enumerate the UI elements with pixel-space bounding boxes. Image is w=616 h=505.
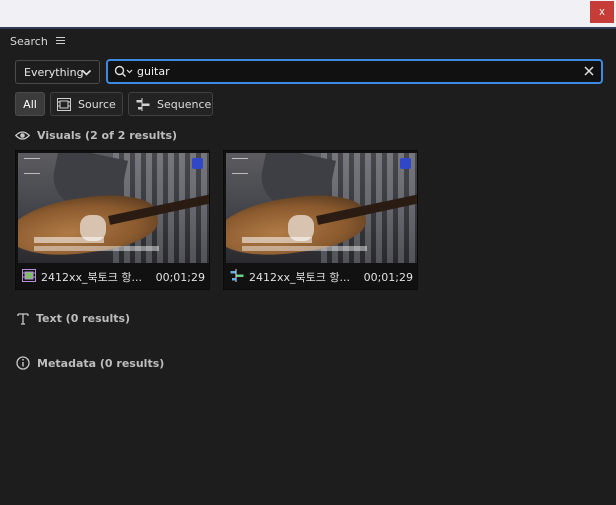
window-titlebar: x (0, 0, 616, 29)
filter-source-label: Source (78, 97, 116, 111)
visuals-section-title: Visuals (2 of 2 results) (37, 129, 178, 142)
search-scope-value: Everything (24, 65, 84, 79)
filter-source-button[interactable]: Source (50, 92, 123, 116)
filter-all-button[interactable]: All (15, 92, 45, 116)
result-duration: 00;01;29 (363, 270, 413, 284)
filter-all-label: All (23, 97, 37, 111)
result-name: 2412xx_북토크 항... (249, 271, 350, 284)
result-name: 2412xx_북토크 항... (41, 271, 142, 284)
text-icon (17, 313, 29, 325)
panel-title: Search (10, 34, 48, 48)
metadata-section-header[interactable]: Metadata (0 results) (16, 356, 164, 370)
filter-sequence-button[interactable]: Sequence (128, 92, 213, 116)
source-clip-icon (22, 269, 36, 285)
filter-sequence-label: Sequence (157, 97, 212, 111)
search-scope-dropdown[interactable]: Everything (15, 60, 100, 84)
result-card[interactable]: 2412xx_북토크 항... 00;01;29 (15, 150, 210, 290)
text-section-title: Text (0 results) (36, 312, 131, 325)
sequence-icon (136, 97, 150, 111)
info-icon (16, 356, 30, 370)
chevron-down-icon (81, 69, 92, 76)
visuals-section-header[interactable]: Visuals (2 of 2 results) (15, 129, 177, 142)
search-input[interactable] (137, 63, 577, 80)
result-thumbnail (226, 153, 417, 263)
source-clip-icon (57, 97, 71, 111)
panel-header: Search (10, 33, 65, 49)
clear-search-icon[interactable] (583, 65, 595, 77)
search-options-icon[interactable] (114, 65, 134, 78)
panel-menu-icon[interactable] (55, 37, 65, 45)
sequence-icon (230, 269, 244, 285)
result-duration: 00;01;29 (155, 270, 205, 284)
text-section-header[interactable]: Text (0 results) (17, 312, 130, 325)
result-thumbnail (18, 153, 209, 263)
close-window-button[interactable]: x (590, 1, 614, 23)
result-card[interactable]: 2412xx_북토크 항... 00;01;29 (223, 150, 418, 290)
metadata-section-title: Metadata (0 results) (37, 356, 165, 370)
search-box (106, 59, 603, 84)
eye-icon (15, 131, 30, 140)
